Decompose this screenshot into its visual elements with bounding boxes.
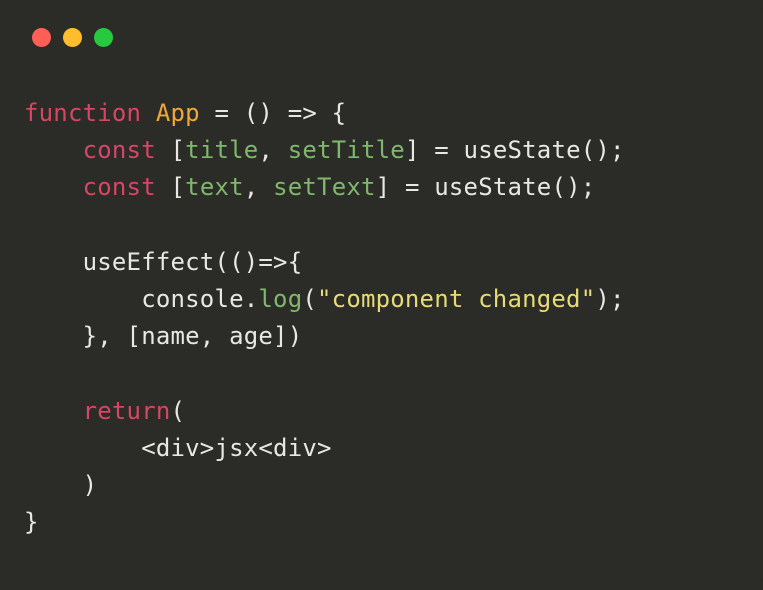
identifier-text: text (185, 173, 244, 201)
keyword-function: function (24, 99, 141, 127)
string-literal: "component changed" (317, 285, 595, 313)
window-titlebar (0, 0, 763, 47)
keyword-const: const (83, 173, 156, 201)
zoom-icon[interactable] (94, 28, 113, 47)
code-block: function App = () => { const [title, set… (0, 47, 763, 565)
code-text: console (141, 285, 244, 313)
code-text: = () => { (200, 99, 347, 127)
code-text: useEffect(()=>{ (83, 248, 303, 276)
keyword-const: const (83, 136, 156, 164)
code-text: ) (83, 471, 98, 499)
method-log: log (258, 285, 302, 313)
minimize-icon[interactable] (63, 28, 82, 47)
function-name: App (156, 99, 200, 127)
keyword-return: return (83, 397, 171, 425)
close-icon[interactable] (32, 28, 51, 47)
jsx-content: <div>jsx<div> (141, 434, 331, 462)
identifier-settext: setText (273, 173, 376, 201)
code-text: useState(); (434, 173, 595, 201)
code-editor-window: function App = () => { const [title, set… (0, 0, 763, 590)
identifier-settitle: setTitle (288, 136, 405, 164)
code-text: }, [name, age]) (83, 322, 303, 350)
code-text: useState(); (464, 136, 625, 164)
identifier-title: title (185, 136, 258, 164)
code-text: } (24, 508, 39, 536)
